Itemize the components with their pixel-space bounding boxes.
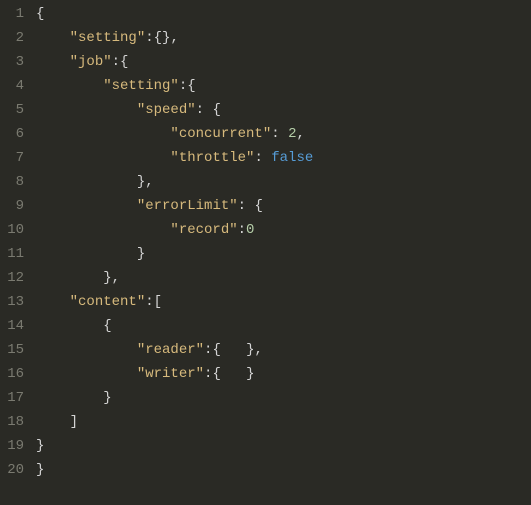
token-string: "content" <box>70 294 146 310</box>
line-number: 6 <box>0 122 24 146</box>
code-line[interactable]: "job":{ <box>36 50 531 74</box>
token-colon: : <box>254 150 262 166</box>
token-punct: [ <box>154 294 162 310</box>
code-line[interactable]: ] <box>36 410 531 434</box>
token-string: "concurrent" <box>170 126 271 142</box>
line-number: 17 <box>0 386 24 410</box>
line-number: 16 <box>0 362 24 386</box>
line-number-gutter: 1234567891011121314151617181920 <box>0 2 36 482</box>
code-line[interactable]: "content":[ <box>36 290 531 314</box>
code-line[interactable]: "setting":{}, <box>36 26 531 50</box>
line-number: 8 <box>0 170 24 194</box>
code-line[interactable]: { <box>36 314 531 338</box>
code-line[interactable]: } <box>36 386 531 410</box>
line-number: 19 <box>0 434 24 458</box>
line-number: 15 <box>0 338 24 362</box>
token-number: 0 <box>246 222 254 238</box>
code-line[interactable]: } <box>36 242 531 266</box>
token-brace: { <box>212 102 220 118</box>
line-number: 5 <box>0 98 24 122</box>
token-string: "record" <box>170 222 237 238</box>
line-number: 12 <box>0 266 24 290</box>
token-string: "reader" <box>137 342 204 358</box>
token-string: "errorLimit" <box>137 198 238 214</box>
token-brace: } <box>103 390 111 406</box>
code-line[interactable]: "throttle": false <box>36 146 531 170</box>
code-area[interactable]: { "setting":{}, "job":{ "setting":{ "spe… <box>36 2 531 482</box>
token-punct: , <box>112 270 120 286</box>
token-brace: { <box>212 366 220 382</box>
code-line[interactable]: { <box>36 2 531 26</box>
token-brace: } <box>103 270 111 286</box>
code-line[interactable]: }, <box>36 266 531 290</box>
line-number: 10 <box>0 218 24 242</box>
token-colon: : <box>238 222 246 238</box>
token-punct: , <box>170 30 178 46</box>
token-colon: : <box>238 198 246 214</box>
token-string: "throttle" <box>170 150 254 166</box>
code-line[interactable]: "concurrent": 2, <box>36 122 531 146</box>
token-punct: ] <box>70 414 78 430</box>
token-punct: , <box>296 126 304 142</box>
token-brace: } <box>137 246 145 262</box>
token-string: "speed" <box>137 102 196 118</box>
line-number: 9 <box>0 194 24 218</box>
token-colon: : <box>145 30 153 46</box>
token-bool: false <box>271 150 313 166</box>
token-brace: } <box>137 174 145 190</box>
token-brace: { <box>36 6 44 22</box>
token-string: "job" <box>70 54 112 70</box>
token-brace: { <box>120 54 128 70</box>
code-line[interactable]: "writer":{ } <box>36 362 531 386</box>
code-line[interactable]: "speed": { <box>36 98 531 122</box>
line-number: 13 <box>0 290 24 314</box>
code-line[interactable]: } <box>36 458 531 482</box>
line-number: 2 <box>0 26 24 50</box>
token-brace: } <box>36 462 44 478</box>
token-brace: } <box>36 438 44 454</box>
line-number: 1 <box>0 2 24 26</box>
token-brace: } <box>246 366 254 382</box>
token-punct: , <box>254 342 262 358</box>
line-number: 18 <box>0 410 24 434</box>
token-brace: { <box>154 30 162 46</box>
token-punct: , <box>145 174 153 190</box>
line-number: 4 <box>0 74 24 98</box>
line-number: 20 <box>0 458 24 482</box>
token-string: "writer" <box>137 366 204 382</box>
token-string: "setting" <box>70 30 146 46</box>
token-colon: : <box>179 78 187 94</box>
token-brace: { <box>254 198 262 214</box>
token-colon: : <box>112 54 120 70</box>
code-line[interactable]: "record":0 <box>36 218 531 242</box>
code-editor[interactable]: 1234567891011121314151617181920 { "setti… <box>0 0 531 482</box>
code-line[interactable]: "reader":{ }, <box>36 338 531 362</box>
token-colon: : <box>196 102 204 118</box>
token-colon: : <box>271 126 279 142</box>
token-brace: { <box>212 342 220 358</box>
token-string: "setting" <box>103 78 179 94</box>
code-line[interactable]: } <box>36 434 531 458</box>
code-line[interactable]: "setting":{ <box>36 74 531 98</box>
line-number: 11 <box>0 242 24 266</box>
code-line[interactable]: }, <box>36 170 531 194</box>
line-number: 7 <box>0 146 24 170</box>
line-number: 3 <box>0 50 24 74</box>
token-brace: { <box>103 318 111 334</box>
token-colon: : <box>145 294 153 310</box>
code-line[interactable]: "errorLimit": { <box>36 194 531 218</box>
token-brace: { <box>187 78 195 94</box>
line-number: 14 <box>0 314 24 338</box>
